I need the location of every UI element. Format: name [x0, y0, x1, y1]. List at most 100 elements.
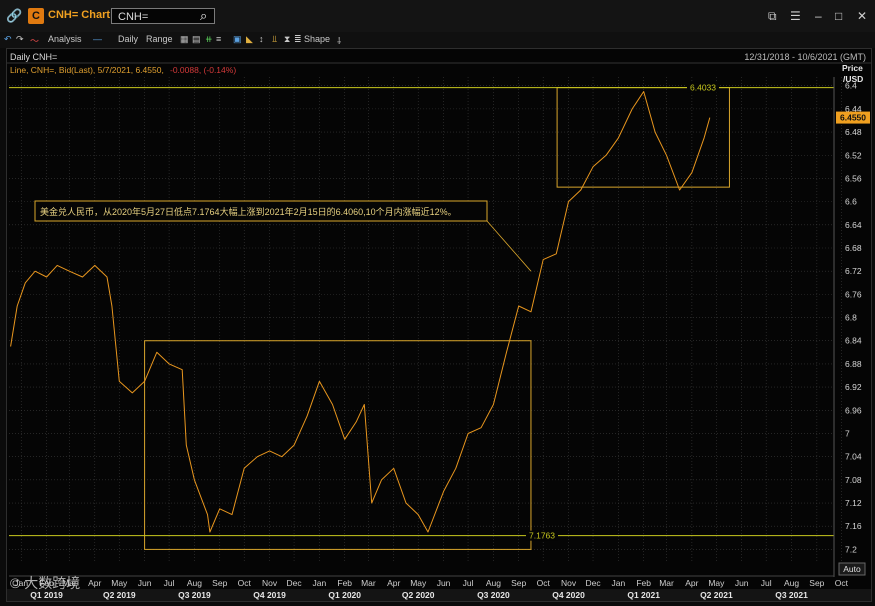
x-month-label: Jun: [735, 578, 749, 588]
undo-icon[interactable]: ↶: [4, 34, 12, 45]
analysis-button[interactable]: Analysis: [48, 34, 82, 44]
legend-main: Line, CNH=, Bid(Last), 5/7/2021, 6.4550,: [10, 65, 164, 75]
level-icon[interactable]: ≡: [216, 34, 221, 44]
price-chart[interactable]: Daily CNH= 12/31/2018 - 10/6/2021 (GMT) …: [7, 49, 871, 601]
y-tick-label: 6.56: [845, 173, 862, 183]
x-month-label: Sep: [809, 578, 824, 588]
series-line: [10, 91, 711, 533]
fork-icon[interactable]: ⫫: [272, 34, 277, 45]
x-month-label: Mar: [361, 578, 376, 588]
y-tick-label: 6.72: [845, 266, 862, 276]
y-tick-label: 7.2: [845, 544, 857, 554]
x-month-label: Feb: [337, 578, 352, 588]
x-month-label: May: [410, 578, 427, 588]
draw-icon[interactable]: ◣: [246, 34, 253, 45]
x-month-label: Jul: [164, 578, 175, 588]
annotation-text: 美金兑人民币，从2020年5月27日低点7.1764大幅上涨到2021年2月15…: [40, 206, 457, 217]
x-month-label: Jan: [313, 578, 327, 588]
x-quarter-label: Q3 2020: [477, 590, 510, 600]
x-quarter-label: Q2 2019: [103, 590, 136, 600]
annotation-layer: 美金兑人民币，从2020年5月27日低点7.1764大幅上涨到2021年2月15…: [34, 200, 532, 272]
x-month-label: Sep: [212, 578, 227, 588]
x-axis: Jan Feb Mar Apr May Jun Jul Aug Sep Oct Nov Dec Jan F…: [7, 575, 871, 601]
highlight-box: [556, 87, 730, 188]
shape-button[interactable]: Shape: [304, 34, 330, 44]
line-icon[interactable]: —: [93, 34, 102, 44]
y-axis: 6.46.446.486.526.566.66.646.686.726.766.…: [833, 77, 870, 577]
x-quarter-label: Q1 2019: [30, 590, 63, 600]
y-tick-label: 6.92: [845, 382, 862, 392]
legend-change: -0.0088, (-0.14%): [170, 65, 236, 75]
redo-icon[interactable]: ↷: [16, 34, 24, 45]
link-icon[interactable]: 🔗: [6, 8, 22, 24]
x-month-label: Nov: [561, 578, 577, 588]
x-month-label: Aug: [784, 578, 799, 588]
series-layer: [10, 91, 711, 533]
minimize-icon[interactable]: –: [815, 8, 822, 24]
x-quarter-label: Q2 2020: [402, 590, 435, 600]
x-quarter-label: Q3 2019: [178, 590, 211, 600]
x-month-label: May: [708, 578, 725, 588]
x-month-label: Dec: [287, 578, 303, 588]
x-month-label: Dec: [585, 578, 601, 588]
menu-icon[interactable]: ☰: [790, 8, 801, 24]
crosshair-icon[interactable]: ⧺: [205, 34, 213, 45]
watermark: © 大数跨境: [10, 575, 80, 591]
x-month-label: Jun: [437, 578, 451, 588]
layout-icon[interactable]: ⧉: [768, 8, 777, 24]
grid-icon[interactable]: ▤: [192, 34, 201, 45]
interval-dropdown[interactable]: Daily: [118, 34, 138, 44]
y-tick-label: 6.68: [845, 243, 862, 253]
fibonacci-icon[interactable]: ↕: [259, 34, 264, 44]
reference-label: 7.1763: [529, 531, 555, 541]
x-quarter-label: Q1 2021: [627, 590, 660, 600]
y-tick-label: 7.04: [845, 452, 862, 462]
y-tick-label: 6.88: [845, 359, 862, 369]
calendar-icon[interactable]: ▣: [233, 34, 242, 45]
chart-app-icon: C: [28, 8, 44, 24]
maximize-icon[interactable]: □: [835, 8, 842, 24]
y-tick-label: 6.52: [845, 150, 862, 160]
y-tick-label: 6.8: [845, 313, 857, 323]
x-month-label: Aug: [187, 578, 202, 588]
chart-panel: Daily CNH= 12/31/2018 - 10/6/2021 (GMT) …: [6, 48, 872, 602]
x-month-label: Apr: [387, 578, 400, 588]
y-tick-label: 7: [845, 428, 850, 438]
x-month-label: Jul: [463, 578, 474, 588]
chart-toolbar: ↶ ↷ 〜 Analysis — Daily Range ▦ ▤ ⧺ ≡ ▣ ◣…: [0, 32, 875, 48]
y-tick-label: 6.48: [845, 127, 862, 137]
x-month-label: Sep: [511, 578, 526, 588]
quarter-band: [7, 589, 871, 601]
x-month-label: Jul: [761, 578, 772, 588]
chart-label: Daily CNH=: [10, 52, 57, 62]
x-month-label: Oct: [537, 578, 551, 588]
cursor-icon[interactable]: ⸸: [337, 34, 341, 47]
last-price-label: 6.4550: [840, 113, 866, 123]
reference-label: 6.4033: [690, 83, 716, 93]
y-tick-label: 6.76: [845, 289, 862, 299]
title-bar: 🔗 C CNH= Chart CNH= ⌕ ⧉ ☰ – □ ✕: [0, 0, 875, 33]
y-tick-label: 7.16: [845, 521, 862, 531]
hourglass-icon[interactable]: ⧗: [284, 34, 290, 45]
chart-type-icon[interactable]: ▦: [180, 34, 189, 45]
x-month-label: May: [111, 578, 128, 588]
close-icon[interactable]: ✕: [857, 8, 867, 24]
highlight-box: [144, 340, 532, 550]
auto-button[interactable]: Auto: [843, 564, 861, 574]
x-month-label: Apr: [88, 578, 101, 588]
chart-date-range: 12/31/2018 - 10/6/2021 (GMT): [744, 52, 866, 62]
line-style-icon[interactable]: 〜: [30, 34, 39, 47]
price-axis-title: Price: [842, 63, 863, 73]
x-month-label: Apr: [685, 578, 698, 588]
y-tick-label: 7.12: [845, 498, 862, 508]
range-button[interactable]: Range: [146, 34, 173, 44]
reference-lines-layer: 6.4033 7.1763: [9, 82, 834, 541]
x-quarter-label: Q1 2020: [328, 590, 361, 600]
search-icon[interactable]: ⌕: [200, 9, 214, 23]
x-month-label: Feb: [636, 578, 651, 588]
text-tool-icon[interactable]: ≣: [294, 34, 302, 45]
boxes-layer: [144, 87, 730, 550]
y-tick-label: 6.96: [845, 405, 862, 415]
y-tick-label: 7.08: [845, 475, 862, 485]
y-tick-label: 6.4: [845, 81, 857, 91]
